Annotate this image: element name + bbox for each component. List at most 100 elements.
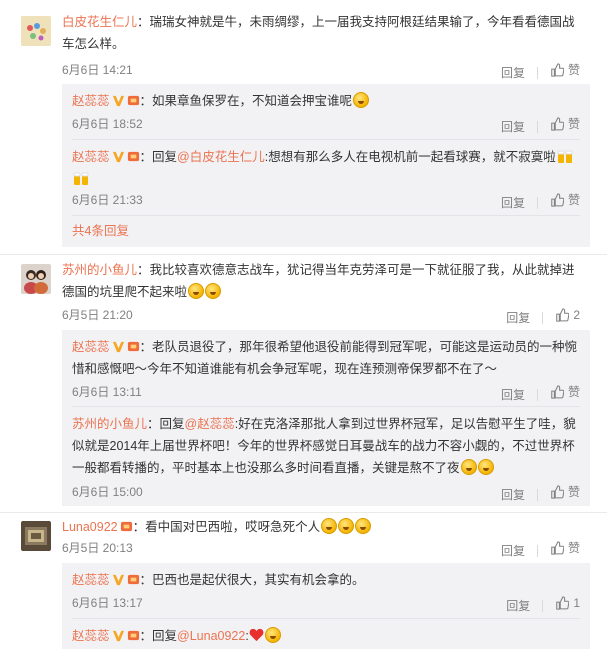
beer-cheers-emoji-icon: [557, 150, 573, 163]
thumbs-up-icon: [551, 485, 564, 499]
thumbs-up-icon: [556, 308, 570, 322]
comment-actions: 回复 2: [506, 306, 580, 327]
username-link[interactable]: 赵蕊蕊: [72, 150, 110, 164]
username-link[interactable]: 赵蕊蕊: [72, 629, 110, 643]
like-count: 2: [573, 308, 580, 322]
mention-link[interactable]: @白皮花生仁儿: [177, 150, 265, 164]
thumbs-up-icon: [556, 596, 570, 610]
reply-actions: 回复 赞: [501, 483, 580, 504]
like-button[interactable]: 1: [555, 594, 580, 612]
thumbs-up-icon: [551, 385, 564, 399]
like-button[interactable]: 赞: [550, 383, 580, 401]
heart-emoji-icon: [249, 628, 264, 642]
comment-time: 6月5日 21:20: [62, 308, 133, 322]
thumbs-up-icon: [551, 541, 564, 555]
reply-button[interactable]: 回复: [501, 118, 525, 136]
like-button[interactable]: 赞: [550, 191, 580, 209]
comment-text: 白皮花生仁儿：瑞瑞女神就是牛，未雨绸缪，上一届我支持阿根廷结果输了，今年看看德国…: [62, 15, 575, 51]
comment-time: 6月5日 20:13: [62, 541, 133, 555]
like-count: 1: [573, 596, 580, 610]
reply-actions: 回复 赞: [501, 191, 580, 212]
reply-box: 赵蕊蕊 ：老队员退役了，那年很希望他退役前能得到冠军呢，可能这是运动员的一种惋惜和…: [62, 330, 590, 506]
divider: [536, 67, 538, 79]
divider: [536, 197, 538, 209]
vip-badge-icon: [120, 521, 132, 532]
reply-time: 6月6日 13:11: [72, 385, 142, 399]
comment-text: 苏州的小鱼儿：我比较喜欢德意志战车，犹记得当年克劳泽可是一下就征服了我，从此就掉…: [62, 263, 575, 299]
like-button[interactable]: 2: [555, 306, 580, 324]
like-button[interactable]: 赞: [550, 539, 580, 557]
comment-list: 白皮花生仁儿：瑞瑞女神就是牛，未雨绸缪，上一届我支持阿根廷结果输了，今年看看德国…: [0, 0, 607, 649]
comment-text: Luna0922 ：看中国对巴西啦，哎呀急死个人: [62, 516, 587, 538]
divider: [72, 139, 580, 140]
reply-actions: 回复 赞: [501, 383, 580, 404]
reply-button[interactable]: 回复: [506, 597, 530, 615]
username-link[interactable]: 赵蕊蕊: [72, 94, 110, 108]
verified-v-icon: [112, 341, 124, 353]
reply-box: 赵蕊蕊 ：如果章鱼保罗在，不知道会押宝谁呢 6月6日 18:52 回复赞 赵蕊蕊：…: [62, 84, 590, 247]
reply-actions: 回复 1: [506, 594, 580, 615]
avatar[interactable]: [21, 521, 51, 551]
divider: [542, 600, 544, 612]
vip-badge-icon: [127, 151, 139, 162]
like-button[interactable]: 赞: [550, 61, 580, 79]
divider: [72, 215, 580, 216]
thumbs-up-icon: [551, 193, 564, 207]
grin-emoji-icon: [205, 283, 222, 299]
vip-badge-icon: [127, 574, 139, 585]
beer-cheers-emoji-icon: [73, 172, 89, 185]
blush-emoji-icon: [264, 627, 281, 643]
username-link[interactable]: 白皮花生仁儿: [62, 15, 137, 29]
username-link[interactable]: 赵蕊蕊: [72, 573, 110, 587]
divider: [536, 121, 538, 133]
username-link[interactable]: 苏州的小鱼儿: [72, 417, 147, 431]
like-button[interactable]: 赞: [550, 483, 580, 501]
surprised-emoji-icon: [355, 518, 372, 534]
reply-button[interactable]: 回复: [501, 386, 525, 404]
verified-v-icon: [112, 151, 124, 163]
divider: [72, 618, 580, 619]
laugh-cry-emoji-icon: [477, 459, 494, 475]
avatar[interactable]: [21, 16, 51, 46]
avatar[interactable]: [21, 264, 51, 294]
surprised-emoji-icon: [338, 518, 355, 534]
like-button[interactable]: 赞: [550, 115, 580, 133]
verified-v-icon: [112, 574, 124, 586]
mention-link[interactable]: @赵蕊蕊: [185, 417, 235, 431]
divider: [542, 312, 544, 324]
reply-actions: 回复 赞: [501, 115, 580, 136]
vip-badge-icon: [127, 95, 139, 106]
reply-time: 6月6日 21:33: [72, 193, 143, 207]
more-replies-link[interactable]: 共4条回复: [72, 221, 129, 241]
divider: [0, 254, 607, 255]
reply-text: 赵蕊蕊 ：如果章鱼保罗在，不知道会押宝谁呢: [72, 90, 587, 112]
username-link[interactable]: 赵蕊蕊: [72, 340, 110, 354]
comment-actions: 回复 赞: [501, 539, 580, 560]
reply-button[interactable]: 回复: [501, 542, 525, 560]
reply-text: 苏州的小鱼儿：回复@赵蕊蕊:好在克洛泽那批人拿到过世界杯冠军，足以告慰平生了哇，…: [72, 417, 576, 475]
reply-button[interactable]: 回复: [501, 194, 525, 212]
mention-link[interactable]: @Luna0922: [177, 629, 245, 643]
divider: [536, 545, 538, 557]
thumbs-up-icon: [551, 117, 564, 131]
reply-text: 赵蕊蕊 ：回复@白皮花生仁儿:想想有那么多人在电视机前一起看球赛，就不寂寞啦: [72, 146, 587, 190]
reply-button[interactable]: 回复: [501, 486, 525, 504]
reply-button[interactable]: 回复: [506, 309, 530, 327]
laugh-cry-emoji-icon: [460, 459, 477, 475]
reply-time: 6月6日 18:52: [72, 117, 143, 131]
grin-emoji-icon: [188, 283, 205, 299]
surprised-emoji-icon: [321, 518, 338, 534]
reply-button[interactable]: 回复: [501, 64, 525, 82]
reply-time: 6月6日 13:17: [72, 596, 143, 610]
username-link[interactable]: 苏州的小鱼儿: [62, 263, 137, 277]
username-link[interactable]: Luna0922: [62, 520, 118, 534]
reply-text: 赵蕊蕊 ：回复@Luna0922:: [72, 625, 587, 647]
thumbs-up-icon: [551, 63, 564, 77]
divider: [0, 512, 607, 513]
vip-badge-icon: [127, 630, 139, 641]
verified-v-icon: [112, 630, 124, 642]
reply-time: 6月6日 15:00: [72, 485, 143, 499]
reply-text: 赵蕊蕊 ：老队员退役了，那年很希望他退役前能得到冠军呢，可能这是运动员的一种惋惜和…: [72, 340, 578, 376]
vip-badge-icon: [127, 341, 139, 352]
verified-v-icon: [112, 95, 124, 107]
